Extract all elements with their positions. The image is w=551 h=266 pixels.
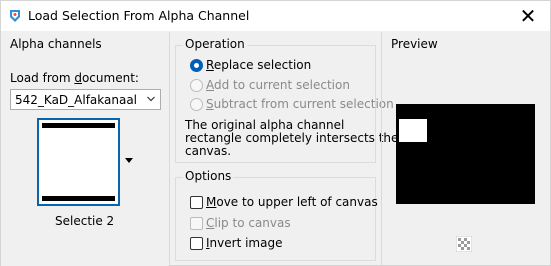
channel-thumbnail[interactable] — [37, 118, 120, 206]
replace-selection-label[interactable]: Replace selection — [206, 58, 311, 72]
intersect-message-line-1: The original alpha channel — [185, 118, 345, 132]
close-button[interactable]: ✕ — [506, 1, 550, 31]
window-title: Load Selection From Alpha Channel — [28, 8, 250, 23]
intersect-message-line-3: canvas. — [185, 144, 232, 158]
close-icon: ✕ — [519, 4, 537, 28]
divider — [169, 32, 170, 266]
subtract-from-selection-label[interactable]: Subtract from current selection — [206, 97, 394, 111]
channel-name: Selectie 2 — [55, 214, 115, 228]
load-from-document-label: Load from document: — [10, 71, 139, 85]
invert-image-checkbox[interactable] — [190, 237, 203, 250]
title-bar: Load Selection From Alpha Channel ✕ — [1, 1, 550, 31]
replace-selection-radio[interactable] — [190, 59, 203, 72]
clip-to-canvas-checkbox[interactable] — [190, 217, 203, 230]
document-select-value: 542_KaD_Alfakanaal — [15, 93, 138, 107]
add-to-selection-label[interactable]: Add to current selection — [206, 78, 350, 92]
channel-thumbnail-image — [42, 123, 115, 201]
channel-dropdown-button[interactable] — [120, 118, 138, 206]
dialog-window: Load Selection From Alpha Channel ✕ Alph… — [0, 0, 551, 266]
add-to-selection-radio[interactable] — [190, 79, 203, 92]
preview-header: Preview — [391, 37, 438, 51]
preview-selection-area — [399, 119, 427, 142]
operation-header: Operation — [183, 37, 247, 51]
psp-palette-icon — [10, 10, 20, 22]
document-select[interactable]: 542_KaD_Alfakanaal — [10, 89, 161, 110]
options-header: Options — [183, 169, 234, 183]
move-to-upper-left-label[interactable]: Move to upper left of canvas — [206, 195, 378, 209]
divider — [381, 32, 382, 266]
invert-image-label[interactable]: Invert image — [206, 236, 282, 250]
subtract-from-selection-radio[interactable] — [190, 98, 203, 111]
move-to-upper-left-checkbox[interactable] — [190, 196, 203, 209]
preview-canvas — [396, 104, 535, 204]
intersect-message-line-2: rectangle completely intersects the — [185, 131, 399, 145]
triangle-down-icon — [125, 158, 133, 163]
alpha-channels-header: Alpha channels — [10, 37, 102, 51]
chevron-down-icon — [147, 96, 155, 102]
transparency-checker-icon[interactable] — [456, 236, 472, 252]
clip-to-canvas-label[interactable]: Clip to canvas — [206, 216, 291, 230]
